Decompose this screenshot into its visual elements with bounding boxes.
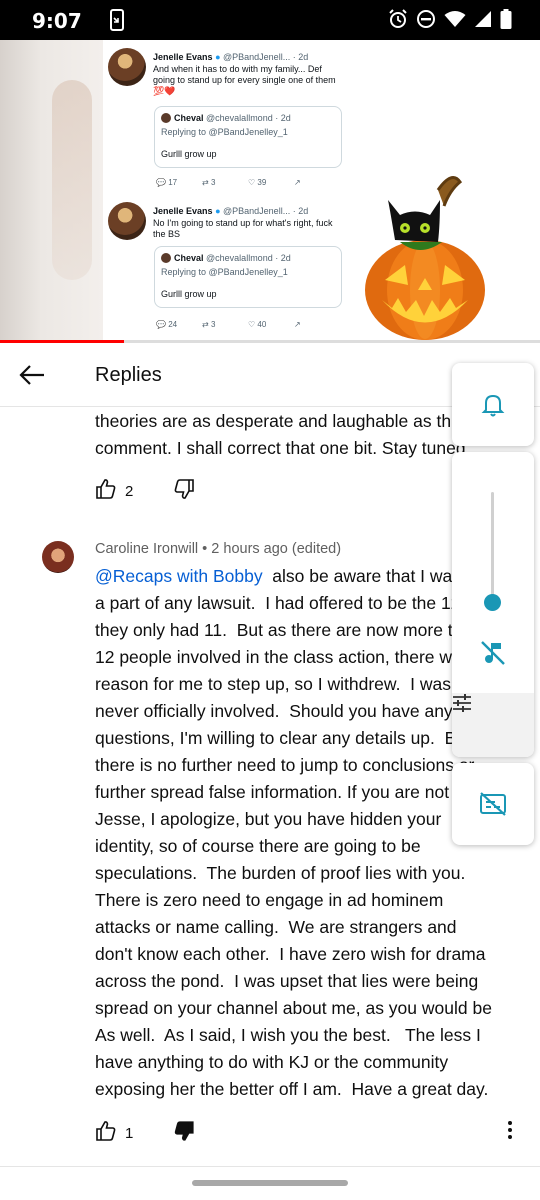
tweet-author: Jenelle Evans: [153, 52, 213, 62]
home-indicator[interactable]: [192, 1180, 348, 1186]
tweet-body: And when it has to do with my family... …: [153, 64, 336, 96]
quote-handle: @chevalallmond · 2d: [206, 253, 291, 263]
back-arrow-icon[interactable]: [18, 363, 46, 392]
divider: [0, 1166, 540, 1167]
quote-author: Cheval: [174, 253, 204, 263]
captions-off-icon[interactable]: [479, 792, 507, 816]
status-time: 9:07: [32, 9, 82, 33]
like-button[interactable]: [95, 1120, 117, 1146]
comment-actions: 1: [95, 1120, 195, 1146]
tweet-body: No I'm going to stand up for what's righ…: [153, 218, 333, 239]
tweet-author: Jenelle Evans: [153, 206, 213, 216]
do-not-disturb-icon: [416, 9, 436, 34]
quote-reply-to: Replying to @PBandJenelley_1: [161, 127, 288, 137]
equalizer-settings-icon[interactable]: [452, 693, 472, 713]
video-background: [0, 40, 103, 342]
page-title: Replies: [95, 364, 162, 386]
alarm-icon: [388, 9, 408, 34]
like-count: 1: [125, 1124, 134, 1142]
signal-icon: [474, 10, 492, 33]
tweet-actions: 💬 17 ⇄ 3 ♡ 39 ↗: [156, 178, 301, 187]
like-button[interactable]: [95, 478, 117, 504]
captions-panel[interactable]: [452, 763, 534, 845]
volume-slider-track[interactable]: [491, 492, 494, 602]
quote-tweet: Cheval @chevalallmond · 2d Replying to @…: [154, 106, 342, 168]
tweet-handle: @PBandJenell... · 2d: [223, 206, 309, 216]
notification-panel[interactable]: [452, 363, 534, 446]
tweet-actions: 💬 24 ⇄ 3 ♡ 40 ↗: [156, 320, 301, 329]
avatar[interactable]: [42, 541, 74, 573]
comment-actions: 2: [95, 478, 195, 504]
volume-slider-thumb[interactable]: [484, 594, 501, 611]
quote-text: Gurlll grow up: [161, 149, 217, 159]
more-options-icon[interactable]: [507, 1120, 513, 1145]
phone-mirror-icon: [108, 9, 126, 36]
tweet-avatar: [108, 202, 146, 240]
tweet-handle: @PBandJenell... · 2d: [223, 52, 309, 62]
comment-body: also be aware that I was never a part of…: [95, 566, 510, 1099]
wifi-icon: [444, 10, 466, 33]
video-player[interactable]: Jenelle Evans ● @PBandJenell... · 2d And…: [0, 40, 540, 342]
quote-handle: @chevalallmond · 2d: [206, 113, 291, 123]
status-bar: 9:07: [0, 0, 540, 40]
dislike-button[interactable]: [173, 478, 195, 504]
dislike-button[interactable]: [173, 1120, 195, 1146]
cat-pumpkin-image: [365, 176, 485, 340]
media-mute-icon[interactable]: [480, 640, 506, 666]
battery-icon: [500, 9, 512, 34]
quote-reply-to: Replying to @PBandJenelley_1: [161, 267, 288, 277]
quote-tweet: Cheval @chevalallmond · 2d Replying to @…: [154, 246, 342, 308]
comment-meta: Caroline Ironwill • 2 hours ago (edited): [95, 541, 342, 557]
sound-settings-section[interactable]: [452, 693, 534, 757]
bell-icon[interactable]: [481, 392, 505, 418]
tweet-avatar: [108, 48, 146, 86]
mention-link[interactable]: @Recaps with Bobby: [95, 566, 263, 586]
quote-author: Cheval: [174, 113, 204, 123]
like-count: 2: [125, 482, 134, 500]
quote-text: Gurlll grow up: [161, 289, 217, 299]
